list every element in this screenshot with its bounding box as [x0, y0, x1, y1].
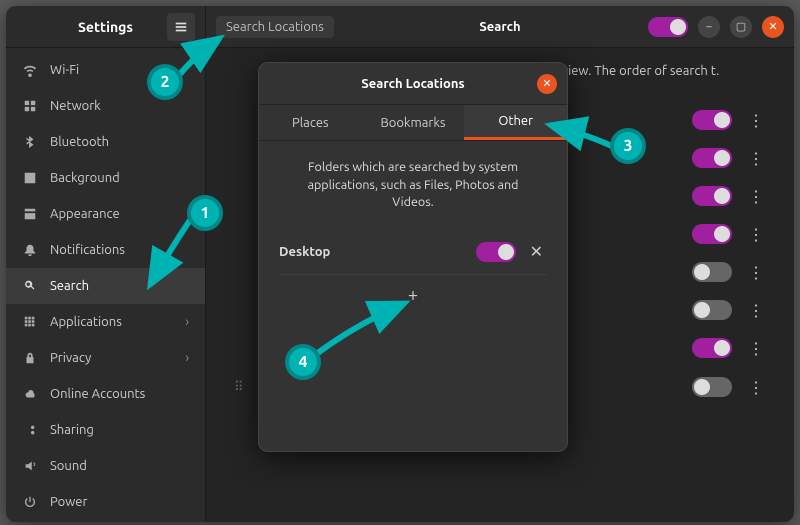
- sidebar-item-label: Privacy: [50, 351, 91, 365]
- annotation-arrow-1: [120, 210, 200, 300]
- result-toggle[interactable]: [692, 300, 732, 320]
- sidebar-item-label: Sharing: [50, 423, 94, 437]
- sidebar-item-sound[interactable]: Sound: [6, 448, 205, 484]
- sidebar-item-power[interactable]: Power: [6, 484, 205, 520]
- page-title: Search: [479, 20, 520, 34]
- sidebar-item-privacy[interactable]: Privacy ›: [6, 340, 205, 376]
- dialog-title: Search Locations: [361, 77, 464, 91]
- sidebar-item-label: Applications: [50, 315, 122, 329]
- result-toggle[interactable]: [692, 338, 732, 358]
- sidebar-title: Settings: [44, 19, 167, 35]
- power-icon: [22, 495, 38, 509]
- dialog-close-button[interactable]: ✕: [537, 74, 557, 94]
- sidebar-item-sharing[interactable]: Sharing: [6, 412, 205, 448]
- chevron-right-icon: ›: [185, 351, 189, 365]
- search-master-toggle[interactable]: [648, 17, 688, 37]
- dialog-tabs: PlacesBookmarksOther: [259, 105, 567, 141]
- window-minimize-button[interactable]: –: [698, 16, 720, 38]
- wifi-icon: [22, 63, 38, 77]
- remove-folder-button[interactable]: ✕: [526, 242, 547, 261]
- main-header: Search Locations Search – ▢ ✕: [206, 6, 794, 48]
- result-toggle[interactable]: [692, 262, 732, 282]
- sidebar-item-label: Sound: [50, 459, 87, 473]
- more-options-button[interactable]: ⋮: [748, 225, 760, 244]
- more-options-button[interactable]: ⋮: [748, 263, 760, 282]
- notif-icon: [22, 243, 38, 257]
- sidebar-item-label: Wi-Fi: [50, 63, 79, 77]
- result-toggle[interactable]: [692, 224, 732, 244]
- tab-bookmarks[interactable]: Bookmarks: [362, 105, 465, 140]
- sidebar-item-label: Notifications: [50, 243, 125, 257]
- sound-icon: [22, 459, 38, 473]
- annotation-2: 2: [147, 64, 183, 100]
- sidebar-item-label: Online Accounts: [50, 387, 145, 401]
- search-locations-dialog: Search Locations ✕ PlacesBookmarksOther …: [258, 62, 568, 452]
- more-options-button[interactable]: ⋮: [748, 301, 760, 320]
- result-toggle[interactable]: [692, 377, 732, 397]
- sidebar-item-label: Search: [50, 279, 89, 293]
- sidebar-item-label: Power: [50, 495, 87, 509]
- folder-row: Desktop ✕: [279, 236, 547, 268]
- more-options-button[interactable]: ⋮: [748, 111, 760, 130]
- dialog-header: Search Locations ✕: [259, 63, 567, 105]
- more-options-button[interactable]: ⋮: [748, 187, 760, 206]
- net-icon: [22, 99, 38, 113]
- window-close-button[interactable]: ✕: [762, 16, 784, 38]
- more-options-button[interactable]: ⋮: [748, 339, 760, 358]
- sidebar-item-label: Background: [50, 171, 120, 185]
- sidebar-item-label: Network: [50, 99, 101, 113]
- result-toggle[interactable]: [692, 148, 732, 168]
- cloud-icon: [22, 387, 38, 401]
- folder-list: Desktop ✕: [279, 236, 547, 268]
- share-icon: [22, 423, 38, 437]
- apps-icon: [22, 315, 38, 329]
- dialog-description: Folders which are searched by system app…: [279, 159, 547, 236]
- chevron-right-icon: ›: [185, 315, 189, 329]
- sidebar-item-bluetooth[interactable]: Bluetooth: [6, 124, 205, 160]
- folder-label: Desktop: [279, 245, 466, 259]
- lock-icon: [22, 351, 38, 365]
- folder-toggle[interactable]: [476, 242, 516, 262]
- sidebar-item-background[interactable]: Background: [6, 160, 205, 196]
- appear-icon: [22, 207, 38, 221]
- drag-handle-icon[interactable]: ⠿: [234, 380, 242, 395]
- annotation-4: 4: [285, 344, 321, 380]
- sidebar-item-label: Appearance: [50, 207, 120, 221]
- bg-icon: [22, 171, 38, 185]
- sidebar-item-online-accounts[interactable]: Online Accounts: [6, 376, 205, 412]
- annotation-3: 3: [610, 128, 646, 164]
- more-options-button[interactable]: ⋮: [748, 378, 760, 397]
- annotation-1: 1: [187, 195, 223, 231]
- result-toggle[interactable]: [692, 186, 732, 206]
- window-maximize-button[interactable]: ▢: [730, 16, 752, 38]
- tab-places[interactable]: Places: [259, 105, 362, 140]
- bt-icon: [22, 135, 38, 149]
- annotation-arrow-4: [305, 295, 415, 365]
- more-options-button[interactable]: ⋮: [748, 149, 760, 168]
- sidebar-item-applications[interactable]: Applications ›: [6, 304, 205, 340]
- sidebar-item-label: Bluetooth: [50, 135, 109, 149]
- result-toggle[interactable]: [692, 110, 732, 130]
- search-icon: [22, 279, 38, 293]
